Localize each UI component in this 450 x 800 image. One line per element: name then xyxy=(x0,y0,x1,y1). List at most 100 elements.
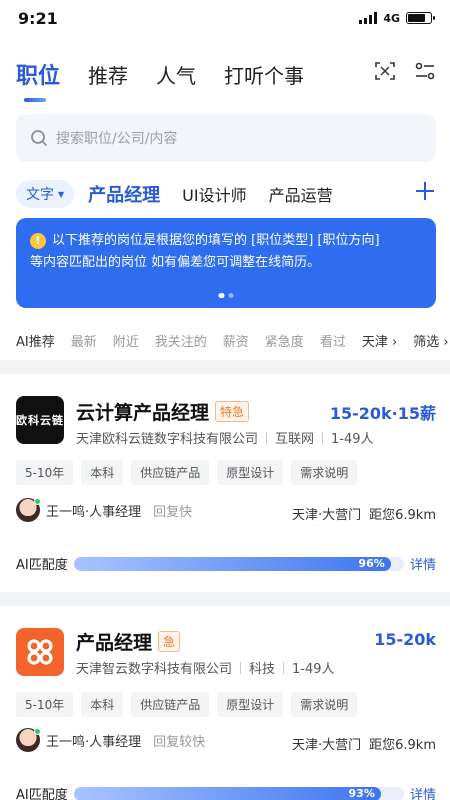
tab-popular[interactable]: 人气 xyxy=(156,60,196,89)
match-progress-fill: 96% xyxy=(73,556,391,571)
recommend-notice-banner[interactable]: ! 以下推荐的岗位是根据您的填写的 [职位类型] [职位方向] 等内容匹配出的岗… xyxy=(16,218,436,308)
urgent-badge: 急 xyxy=(158,631,181,652)
online-indicator xyxy=(34,728,41,735)
category-dropdown-label: 文字 xyxy=(26,187,54,203)
network-label: 4G xyxy=(383,11,400,25)
avatar xyxy=(16,498,41,522)
company-logo: 欧科云链 xyxy=(16,396,64,444)
job-location: 天津·大营门 距您6.9km xyxy=(292,504,436,523)
category-ui-designer[interactable]: UI设计师 xyxy=(182,182,246,206)
category-product-manager[interactable]: 产品经理 xyxy=(88,181,160,207)
location-area: 天津·大营门 xyxy=(291,738,362,753)
company-name: 天津欧科云链数字科技有限公司 xyxy=(76,432,259,447)
status-bar: 9:21 4G xyxy=(0,0,450,36)
company-logo xyxy=(16,628,64,676)
job-tag: 5-10年 xyxy=(16,692,74,717)
avatar xyxy=(16,728,41,752)
filter-more[interactable]: 筛选 › xyxy=(413,331,448,350)
caret-down-icon: ▼ xyxy=(58,189,65,199)
reply-speed: 回复快 xyxy=(153,504,193,520)
top-icons xyxy=(374,60,436,82)
filter-city[interactable]: 天津 › xyxy=(362,331,397,350)
filter-latest[interactable]: 最新 xyxy=(71,331,97,350)
warning-icon: ! xyxy=(30,233,46,249)
filter-following[interactable]: 我关注的 xyxy=(155,331,207,350)
job-tag: 本科 xyxy=(81,692,124,717)
signal-icon xyxy=(359,12,378,24)
company-info: 天津智云数字科技有限公司 科技 1-49人 xyxy=(76,658,335,677)
filter-nearby[interactable]: 附近 xyxy=(113,331,139,350)
detail-link[interactable]: 详情 xyxy=(410,784,436,800)
job-tags: 5-10年 本科 供应链产品 原型设计 需求说明 xyxy=(16,460,358,485)
company-industry: 科技 xyxy=(249,662,276,677)
tab-jobs[interactable]: 职位 xyxy=(16,58,60,102)
job-tag: 本科 xyxy=(81,460,124,485)
recruiter-info[interactable]: 王一鸣·人事经理 回复较快 xyxy=(16,728,205,752)
category-dropdown[interactable]: 文字 ▼ xyxy=(16,180,75,208)
company-industry: 互联网 xyxy=(275,432,315,447)
job-title: 产品经理 急 xyxy=(76,628,181,655)
match-progress-bar: 96% xyxy=(73,556,404,571)
company-name: 天津智云数字科技有限公司 xyxy=(76,662,233,677)
category-product-ops[interactable]: 产品运营 xyxy=(269,182,333,206)
job-tag: 供应链产品 xyxy=(131,460,210,485)
salary: 15-20k·15薪 xyxy=(329,404,436,423)
job-card[interactable]: 产品经理 急 15-20k 天津智云数字科技有限公司 科技 1-49人 5-10… xyxy=(0,606,450,800)
job-tags: 5-10年 本科 供应链产品 原型设计 需求说明 xyxy=(16,692,358,717)
job-location: 天津·大营门 距您6.9km xyxy=(292,734,436,753)
match-progress-fill: 93% xyxy=(73,786,381,800)
location-distance: 距您6.9km xyxy=(369,738,436,753)
recruiter-info[interactable]: 王一鸣·人事经理 回复快 xyxy=(16,498,192,522)
banner-pagination xyxy=(218,293,234,298)
job-tag: 需求说明 xyxy=(291,692,358,717)
match-percent: 96% xyxy=(358,557,385,570)
notice-line-2: 等内容匹配出的岗位 如有偏差您可调整在线简历。 xyxy=(30,255,321,270)
page-dot xyxy=(228,293,234,298)
status-icons: 4G xyxy=(359,11,435,25)
detail-link[interactable]: 详情 xyxy=(410,554,436,573)
filter-salary[interactable]: 薪资 xyxy=(223,331,249,350)
filter-settings-icon[interactable] xyxy=(414,60,436,82)
top-tab-bar: 职位 推荐 人气 打听个事 xyxy=(0,54,450,102)
status-time: 9:21 xyxy=(18,8,58,28)
recruiter-name: 王一鸣·人事经理 xyxy=(46,504,142,520)
online-indicator xyxy=(34,498,41,505)
company-size: 1-49人 xyxy=(292,662,335,677)
job-title: 云计算产品经理 特急 xyxy=(76,398,250,425)
job-card[interactable]: 欧科云链 云计算产品经理 特急 15-20k·15薪 天津欧科云链数字科技有限公… xyxy=(0,374,450,588)
search-icon xyxy=(31,130,48,147)
tab-ask[interactable]: 打听个事 xyxy=(224,60,304,89)
company-size: 1-49人 xyxy=(331,432,374,447)
page-dot-active xyxy=(218,293,225,298)
filter-viewed[interactable]: 看过 xyxy=(320,331,346,350)
battery-icon xyxy=(406,12,435,24)
reply-speed: 回复较快 xyxy=(153,734,206,750)
job-tag: 5-10年 xyxy=(16,460,74,485)
match-label: AI匹配度 xyxy=(16,788,68,800)
match-label: AI匹配度 xyxy=(16,558,68,573)
search-box[interactable]: 搜索职位/公司/内容 xyxy=(16,114,436,162)
company-info: 天津欧科云链数字科技有限公司 互联网 1-49人 xyxy=(76,428,374,447)
filter-ai-recommend[interactable]: AI推荐 xyxy=(16,331,55,350)
notice-line-1: 以下推荐的岗位是根据您的填写的 [职位类型] [职位方向] xyxy=(52,233,380,248)
job-tag: 原型设计 xyxy=(217,692,284,717)
category-bar: 文字 ▼ 产品经理 UI设计师 产品运营 xyxy=(16,178,436,210)
filter-bar: AI推荐 最新 附近 我关注的 薪资 紧急度 看过 天津 › 筛选 › xyxy=(16,328,450,352)
match-percent: 93% xyxy=(348,787,375,800)
job-tag: 原型设计 xyxy=(217,460,284,485)
salary: 15-20k xyxy=(374,630,436,649)
location-distance: 距您6.9km xyxy=(369,508,436,523)
add-category-icon[interactable] xyxy=(414,180,436,202)
job-tag: 供应链产品 xyxy=(131,692,210,717)
urgent-badge: 特急 xyxy=(215,401,250,422)
job-tag: 需求说明 xyxy=(291,460,358,485)
filter-urgency[interactable]: 紧急度 xyxy=(265,331,304,350)
section-divider xyxy=(0,592,450,606)
search-input[interactable]: 搜索职位/公司/内容 xyxy=(56,128,177,148)
recruiter-name: 王一鸣·人事经理 xyxy=(46,734,142,750)
match-progress-bar: 93% xyxy=(73,786,404,800)
location-area: 天津·大营门 xyxy=(291,508,362,523)
scan-icon[interactable] xyxy=(374,60,396,82)
tab-recommend[interactable]: 推荐 xyxy=(88,60,128,89)
ai-match: AI匹配度 96% 详情 xyxy=(16,554,436,573)
